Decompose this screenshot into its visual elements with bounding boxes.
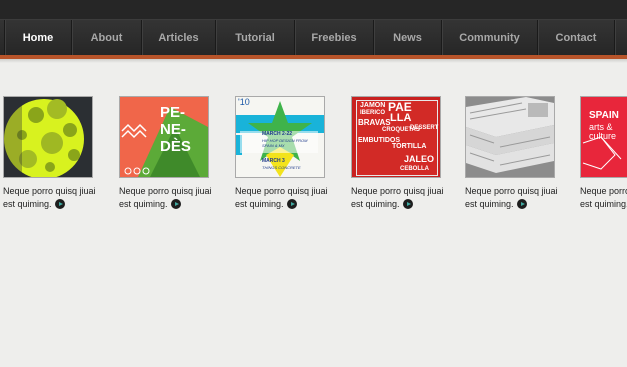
read-more-arrow-icon[interactable]	[170, 198, 181, 209]
gallery-card: Neque porro quisq jiuai est quiming.	[465, 96, 581, 211]
poster-word: JALEO	[404, 154, 435, 164]
poster-title: PE- NE- DÈS	[160, 104, 191, 155]
poster-word: BRAVAS	[358, 118, 391, 127]
caption-line-2: est quiming.	[119, 199, 168, 209]
poster-date-1: MARCH 2-22	[262, 131, 293, 137]
newspapers-photo-art	[466, 97, 554, 177]
poster-line-2: SPAIN & MX	[262, 143, 285, 148]
thumbnail-spain-arts-poster[interactable]: SPAIN arts & culture	[580, 96, 627, 178]
poster-word: DESSERT	[410, 125, 439, 131]
caption-line-1: Neque porro quisq jiuai	[580, 186, 627, 196]
thumbnail-newspapers-photo[interactable]	[465, 96, 555, 178]
poster-subtitle: culture	[589, 131, 617, 141]
gallery-card: JAMON PAE IBERICO LLA BRAVAS CROQUETAS E…	[351, 96, 467, 211]
nav-news[interactable]: News	[373, 20, 441, 56]
thumbnail-typography-poster[interactable]: JAMON PAE IBERICO LLA BRAVAS CROQUETAS E…	[351, 96, 441, 178]
caption-line-1: Neque porro quisq jiuai	[3, 186, 96, 196]
read-more-arrow-icon[interactable]	[286, 198, 297, 209]
card-caption: Neque porro quisq jiuai est quiming.	[235, 185, 351, 211]
thumbnail-penedes-poster[interactable]: PE- NE- DÈS	[119, 96, 209, 178]
card-caption: Neque porro quisq jiuai est quiming.	[351, 185, 467, 211]
caption-line-2: est quiming.	[351, 199, 400, 209]
poster-date-2: MARCH 3	[262, 158, 285, 164]
thumbnail-dots-poster[interactable]	[3, 96, 93, 178]
card-caption: Neque porro quisq jiuai est quiming.	[465, 185, 581, 211]
nav-articles[interactable]: Articles	[141, 20, 215, 56]
nav-freebies[interactable]: Freebies	[294, 20, 373, 56]
read-more-arrow-icon[interactable]	[516, 198, 527, 209]
poster-line-3: THINGS CONCRETE	[262, 165, 301, 170]
poster-title: SPAIN	[589, 110, 619, 121]
card-caption: Neque porro quisq jiuai est quiming.	[3, 185, 119, 211]
top-bar	[0, 0, 627, 19]
nav-community[interactable]: Community	[441, 20, 537, 56]
nav-about[interactable]: About	[71, 20, 141, 56]
caption-line-2: est quiming.	[3, 199, 52, 209]
caption-line-2: est quiming.	[465, 199, 514, 209]
main-navigation: Home About Articles Tutorial Freebies Ne…	[0, 19, 627, 56]
nav-divider	[614, 20, 615, 56]
dots-poster-art	[4, 97, 92, 177]
nav-contact[interactable]: Contact	[537, 20, 614, 56]
caption-line-1: Neque porro quisq jiuai	[235, 186, 328, 196]
thumbnail-star-poster[interactable]: '10 MARCH 2-22 HIP HOP DESIGN FROM SPAIN…	[235, 96, 325, 178]
gallery-card: Neque porro quisq jiuai est quiming.	[3, 96, 119, 211]
caption-line-2: est quiming.	[235, 199, 284, 209]
gallery-card: SPAIN arts & culture Neque porro quisq j…	[580, 96, 627, 211]
poster-word: TORTILLA	[392, 143, 427, 150]
caption-line-2: est quiming.	[580, 199, 627, 209]
poster-corner-label: '10	[238, 97, 250, 107]
card-caption: Neque porro quisq jiuai est quiming.	[580, 185, 627, 211]
caption-line-1: Neque porro quisq jiuai	[351, 186, 444, 196]
poster-word: CEBOLLA	[400, 166, 429, 172]
poster-word: LLA	[390, 112, 412, 124]
stripe-shadow	[0, 59, 627, 63]
caption-line-1: Neque porro quisq jiuai	[465, 186, 558, 196]
poster-word: JAMON	[360, 102, 386, 109]
caption-line-1: Neque porro quisq jiuai	[119, 186, 212, 196]
read-more-arrow-icon[interactable]	[54, 198, 65, 209]
poster-word: IBERICO	[360, 110, 386, 116]
gallery-card: PE- NE- DÈS Neque porro quisq jiuai est …	[119, 96, 235, 211]
gallery-card: '10 MARCH 2-22 HIP HOP DESIGN FROM SPAIN…	[235, 96, 351, 211]
nav-home[interactable]: Home	[4, 20, 71, 56]
read-more-arrow-icon[interactable]	[402, 198, 413, 209]
card-caption: Neque porro quisq jiuai est quiming.	[119, 185, 235, 211]
nav-tutorial[interactable]: Tutorial	[215, 20, 294, 56]
